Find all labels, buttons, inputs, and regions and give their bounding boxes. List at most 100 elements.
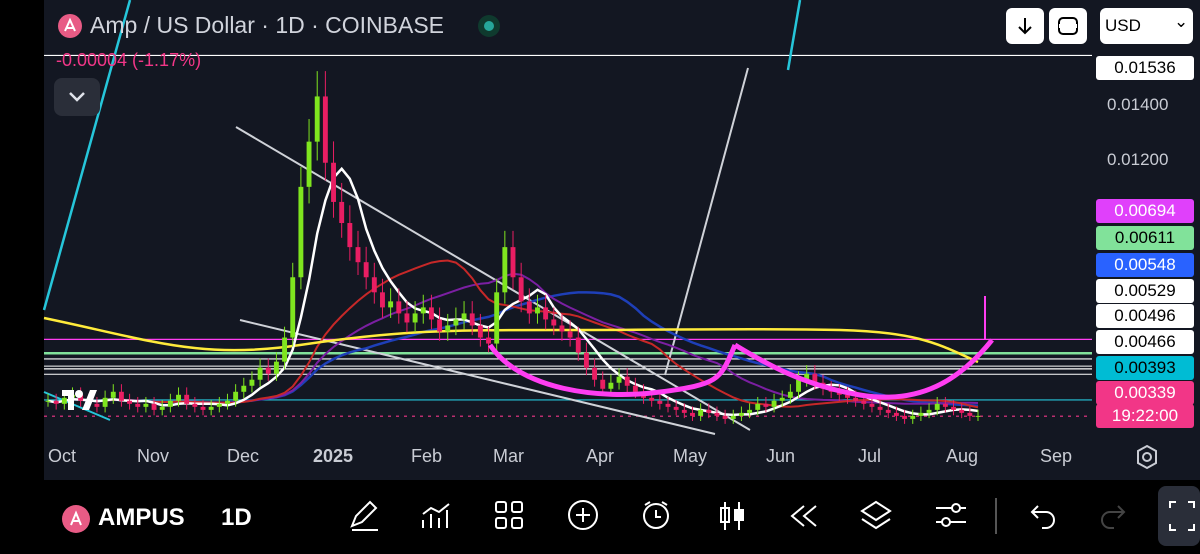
price-axis-label: 0.00529 (1096, 279, 1194, 303)
chevron-down-icon (69, 92, 85, 102)
time-axis-label: Dec (227, 446, 260, 466)
time-axis-label: Mar (493, 446, 524, 466)
redo-icon[interactable] (1101, 505, 1126, 529)
compare-button[interactable] (1049, 8, 1087, 44)
candle-body (347, 223, 353, 248)
candle-body (322, 96, 328, 163)
candle-body (363, 262, 369, 278)
candle-body (608, 382, 614, 389)
undo-icon[interactable] (1030, 505, 1055, 529)
candle-body (151, 403, 157, 410)
symbol-title[interactable]: Amp / US Dollar · 1D · COINBASE (90, 12, 444, 39)
candle-body (885, 409, 891, 413)
fullscreen-icon[interactable] (1158, 486, 1200, 546)
candle-body (225, 400, 230, 404)
candle-body (747, 409, 753, 413)
candle-body (273, 361, 279, 374)
candle-body (159, 406, 165, 410)
trend-line (235, 126, 751, 431)
settings-sliders-icon[interactable] (936, 503, 966, 527)
candle-body (714, 412, 720, 416)
candle-body (861, 400, 867, 404)
candle-body (975, 415, 981, 417)
alarm-icon[interactable] (643, 501, 669, 529)
layers-icon[interactable] (860, 500, 892, 530)
candle-body (592, 367, 598, 380)
candle-body (282, 337, 288, 362)
candle-body (290, 277, 296, 338)
candle-body (477, 325, 483, 338)
candle-body (665, 403, 671, 407)
candle-body (241, 385, 247, 392)
candle-body (494, 292, 500, 344)
candle-body (257, 367, 263, 380)
candle-body (184, 394, 190, 404)
candle-body (543, 307, 549, 320)
price-axis-label: 0.00496 (1096, 304, 1194, 328)
candle-body (208, 406, 214, 410)
settings-icon[interactable] (1134, 444, 1160, 470)
trend-line (786, 0, 802, 71)
candle-body (233, 391, 239, 401)
candle-body (934, 403, 940, 410)
price-axis-label: 0.00466 (1096, 330, 1194, 354)
chart-svg[interactable] (0, 0, 1200, 480)
layout-grid-icon[interactable] (495, 501, 523, 529)
collapse-legend-button[interactable] (54, 78, 100, 116)
candle-body (706, 409, 712, 413)
bottom-tools (350, 486, 1200, 546)
time-axis-label: Nov (137, 446, 170, 466)
candle-body (331, 162, 336, 202)
pen-icon[interactable] (350, 500, 378, 531)
candle-body (469, 313, 475, 326)
candle-body (763, 403, 769, 407)
price-axis-label: 0.00694 (1096, 199, 1194, 223)
candle-body (730, 415, 736, 419)
chevron-down-icon: ⌄ (1174, 12, 1189, 31)
candle-body (306, 141, 312, 187)
candle-body (102, 397, 108, 407)
candle-body (339, 201, 345, 224)
candle-body (118, 391, 124, 401)
candle-body (200, 406, 206, 410)
indicators-icon[interactable] (422, 503, 450, 528)
candle-body (486, 337, 491, 344)
add-icon[interactable] (568, 500, 598, 530)
candles-icon[interactable] (720, 502, 744, 530)
arrow-down-icon (1018, 18, 1032, 35)
candle-body (869, 403, 875, 407)
candle-body (355, 247, 361, 263)
candle-body (453, 319, 459, 326)
candle-body (110, 391, 116, 398)
candle-body (445, 325, 451, 332)
candle-body (951, 406, 956, 410)
candle-body (673, 406, 679, 410)
candle-body (959, 409, 965, 413)
candle-body (420, 307, 426, 314)
time-axis-label: Jul (858, 446, 882, 466)
candle-body (632, 385, 638, 392)
candles (45, 71, 981, 424)
currency-select[interactable]: USD ⌄ (1100, 8, 1193, 44)
candle-body (918, 412, 924, 416)
candle-body (526, 301, 532, 314)
time-axis-label: Sep (1040, 446, 1073, 466)
candle-body (902, 415, 908, 419)
candle-body (388, 301, 394, 308)
candle-body (681, 409, 687, 413)
download-button[interactable] (1006, 8, 1044, 44)
candle-body (771, 400, 777, 407)
candle-body (135, 403, 141, 407)
market-status-icon (478, 15, 500, 37)
candle-body (502, 247, 508, 293)
price-axis-label: 0.00548 (1096, 253, 1194, 277)
candle-body (510, 247, 516, 278)
candle-body (167, 400, 173, 407)
candle-body (127, 400, 133, 404)
candle-body (926, 409, 932, 413)
rewind-icon[interactable] (790, 505, 817, 527)
candle-body (314, 96, 320, 142)
candle-body (94, 403, 100, 407)
candle-body (796, 379, 801, 392)
candle-body (53, 400, 59, 404)
